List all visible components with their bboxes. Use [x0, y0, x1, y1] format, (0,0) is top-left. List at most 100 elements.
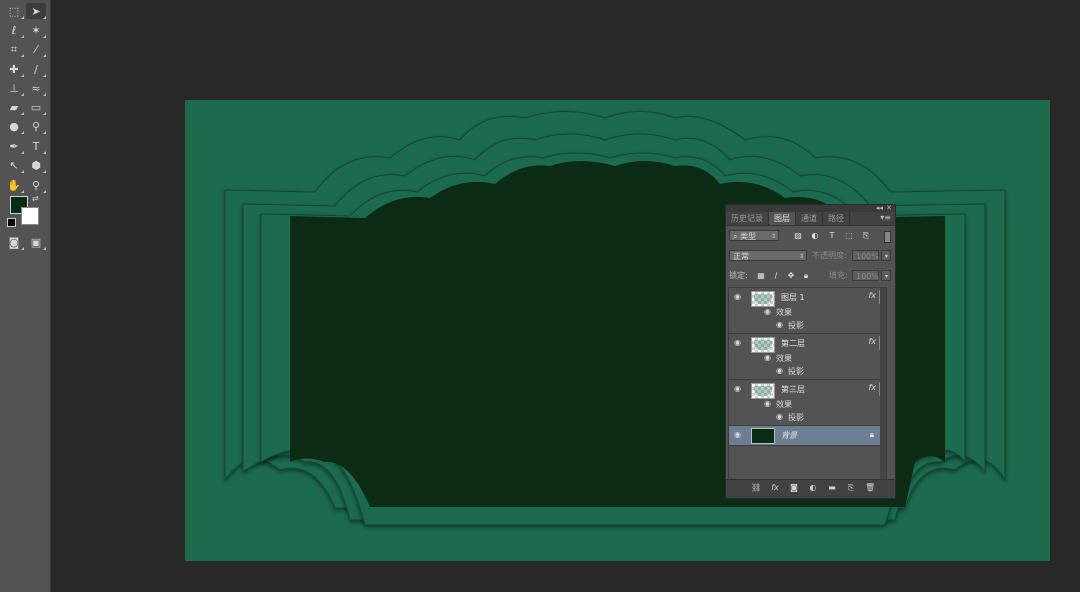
layer-row[interactable]: ◉ 图层 1 fx ◉ 效果 ◉ 投影: [729, 288, 886, 334]
dodge-tool-icon[interactable]: ⚲: [26, 118, 46, 134]
quick-mask-icon[interactable]: ◙: [4, 234, 24, 250]
lock-position-icon[interactable]: ✥: [786, 271, 796, 281]
shape-tool-icon[interactable]: ⬢: [26, 157, 46, 173]
document-canvas[interactable]: [185, 100, 1050, 561]
filter-adjustment-icon[interactable]: ◐: [810, 231, 820, 241]
move-tool-icon[interactable]: ➤: [26, 3, 46, 19]
delete-layer-icon[interactable]: 🗑︎: [865, 483, 875, 493]
healing-brush-tool-icon[interactable]: ✚: [4, 61, 24, 77]
visibility-eye-icon[interactable]: ◉: [764, 307, 771, 317]
type-tool-icon[interactable]: T: [26, 138, 46, 154]
hand-tool-icon[interactable]: ✋: [4, 177, 24, 193]
add-mask-icon[interactable]: ◙: [789, 483, 799, 493]
lock-all-icon[interactable]: 🔒︎: [801, 271, 811, 281]
layer-row[interactable]: ◉ 第三层 fx ◉ 效果 ◉ 投影: [729, 380, 886, 426]
blend-mode-select[interactable]: 正常 ⇕: [729, 250, 807, 261]
tool-group-indicator: [43, 131, 46, 134]
clone-stamp-tool-icon[interactable]: ⊥: [4, 80, 24, 96]
filter-type-icon[interactable]: T: [827, 231, 837, 241]
swap-colors-icon[interactable]: ⇄: [32, 194, 39, 203]
visibility-eye-icon[interactable]: ◉: [734, 338, 741, 348]
lasso-tool-icon[interactable]: ℓ: [4, 22, 24, 38]
visibility-eye-icon[interactable]: ◉: [776, 366, 783, 376]
filter-pixel-icon[interactable]: ▨: [793, 231, 803, 241]
default-colors-icon[interactable]: [7, 218, 16, 227]
close-panel-icon[interactable]: ✕: [886, 204, 892, 212]
marquee-tool-icon[interactable]: ⬚: [4, 3, 24, 19]
layer-name[interactable]: 图层 1: [781, 292, 805, 303]
magic-wand-tool-icon[interactable]: ✶: [26, 22, 46, 38]
new-adjustment-layer-icon[interactable]: ◐: [808, 483, 818, 493]
blend-row: 正常 ⇕ 不透明度: 100% ▾: [726, 249, 895, 263]
background-layer-row[interactable]: ◉ 背景 🔒︎: [729, 426, 886, 446]
path-selection-tool-icon[interactable]: ↖: [4, 157, 24, 173]
panel-title-bar[interactable]: ◂◂ ✕: [726, 204, 895, 212]
tools-panel: ⬚ ➤ ℓ ✶ ⌗ ⁄ ✚ ∕ ⊥ ≈ ▰ ▭ ● ⚲ ✒ T ↖ ⬢ ✋ ⚲ ◙ ▣ ⇄: [0, 0, 51, 592]
eraser-tool-icon[interactable]: ▰: [4, 99, 24, 115]
tab-history[interactable]: 历史记录: [726, 212, 769, 225]
opacity-value: 100%: [856, 252, 879, 261]
screen-mode-icon[interactable]: ▣: [26, 234, 46, 250]
drop-shadow-effect[interactable]: 投影: [788, 412, 804, 423]
drop-shadow-effect[interactable]: 投影: [788, 366, 804, 377]
fill-dropdown[interactable]: ▾: [881, 270, 891, 281]
brush-tool-icon[interactable]: ∕: [26, 61, 46, 77]
collapse-panel-icon[interactable]: ◂◂: [876, 204, 883, 212]
tool-group-indicator: [21, 151, 24, 154]
fill-label: 填充:: [829, 271, 848, 280]
chevron-down-icon: ▾: [884, 273, 888, 280]
effects-label: 效果: [776, 354, 792, 363]
pen-tool-icon[interactable]: ✒: [4, 138, 24, 154]
lock-icon: 🔒︎: [869, 430, 874, 439]
filter-toggle-switch[interactable]: [884, 231, 891, 243]
tool-group-indicator: [43, 151, 46, 154]
background-color-swatch[interactable]: [21, 207, 39, 225]
visibility-eye-icon[interactable]: ◉: [734, 384, 741, 394]
new-group-icon[interactable]: ▬: [827, 483, 837, 493]
tool-group-indicator: [21, 190, 24, 193]
visibility-eye-icon[interactable]: ◉: [734, 430, 741, 440]
layer-thumbnail: [751, 428, 775, 444]
layer-name[interactable]: 背景: [781, 430, 797, 441]
zoom-tool-icon[interactable]: ⚲: [26, 177, 46, 193]
tab-channels[interactable]: 通道: [796, 212, 823, 225]
blend-mode-value: 正常: [733, 252, 749, 261]
chevron-updown-icon: ⇕: [770, 233, 776, 240]
visibility-eye-icon[interactable]: ◉: [734, 292, 741, 302]
crop-tool-icon[interactable]: ⌗: [4, 41, 24, 57]
drop-shadow-effect[interactable]: 投影: [788, 320, 804, 331]
fx-icon[interactable]: fx: [868, 383, 876, 392]
fill-input[interactable]: 100%: [852, 270, 879, 281]
visibility-eye-icon[interactable]: ◉: [764, 353, 771, 363]
fx-icon[interactable]: fx: [868, 291, 876, 300]
layer-name[interactable]: 第三层: [781, 384, 805, 395]
gradient-tool-icon[interactable]: ▭: [26, 99, 46, 115]
lock-transparent-pixels-icon[interactable]: ▦: [756, 271, 766, 281]
visibility-eye-icon[interactable]: ◉: [764, 399, 771, 409]
layer-name[interactable]: 第二层: [781, 338, 805, 349]
lock-image-pixels-icon[interactable]: ∕: [771, 271, 781, 281]
tool-group-indicator: [43, 16, 46, 19]
link-layers-icon[interactable]: ⛓: [751, 483, 761, 493]
add-layer-style-icon[interactable]: fx: [770, 483, 780, 493]
fx-icon[interactable]: fx: [868, 337, 876, 346]
filter-shape-icon[interactable]: ⬚: [844, 231, 854, 241]
tool-group-indicator: [43, 93, 46, 96]
filter-smart-object-icon[interactable]: ⎘: [861, 231, 871, 241]
visibility-eye-icon[interactable]: ◉: [776, 320, 783, 330]
eyedropper-tool-icon[interactable]: ⁄: [26, 41, 46, 57]
tab-layers[interactable]: 图层: [769, 212, 796, 225]
new-layer-icon[interactable]: ⎘: [846, 483, 856, 493]
layers-scrollbar[interactable]: [880, 288, 886, 482]
tool-group-indicator: [21, 35, 24, 38]
tab-paths[interactable]: 路径: [823, 212, 850, 225]
filter-kind-value: 类型: [740, 232, 757, 241]
opacity-dropdown[interactable]: ▾: [881, 250, 891, 261]
blur-tool-icon[interactable]: ●: [4, 118, 24, 134]
history-brush-tool-icon[interactable]: ≈: [26, 80, 46, 96]
panel-menu-icon[interactable]: ▾≡: [880, 213, 891, 222]
filter-kind-select[interactable]: ⌕ 类型 ⇕: [729, 230, 779, 241]
opacity-input[interactable]: 100%: [852, 250, 879, 261]
layer-row[interactable]: ◉ 第二层 fx ◉ 效果 ◉ 投影: [729, 334, 886, 380]
visibility-eye-icon[interactable]: ◉: [776, 412, 783, 422]
